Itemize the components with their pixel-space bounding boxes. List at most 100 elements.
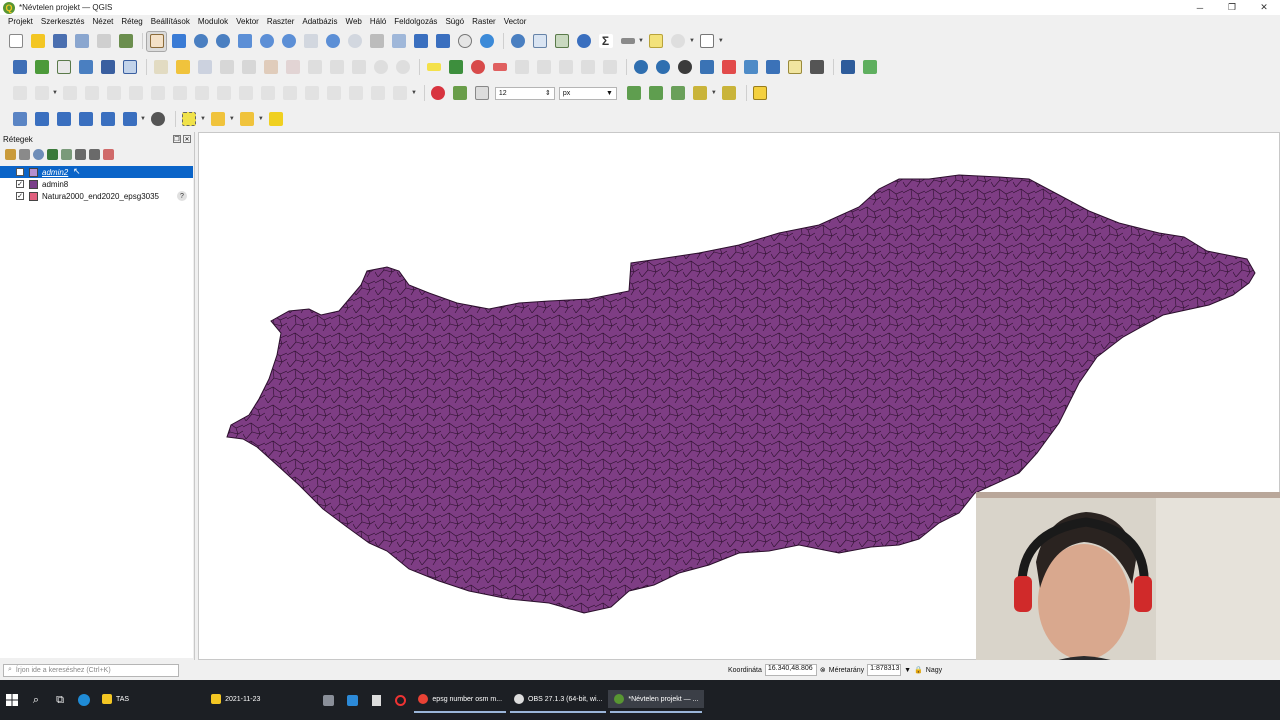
deselect-button[interactable] bbox=[98, 110, 117, 129]
save-project-button[interactable] bbox=[50, 32, 69, 51]
show-hide-label-button[interactable] bbox=[578, 58, 597, 77]
scale-dropdown-icon[interactable]: ▼ bbox=[904, 667, 911, 674]
menu-beallitasok[interactable]: Beállítások bbox=[147, 17, 194, 26]
menu-halo[interactable]: Háló bbox=[366, 17, 390, 26]
field-calculator-button[interactable] bbox=[552, 32, 571, 51]
coordinate-capture-button[interactable] bbox=[807, 58, 826, 77]
statistics-button[interactable]: Σ bbox=[596, 32, 615, 51]
menu-sugo[interactable]: Súgó bbox=[441, 17, 468, 26]
move-label-button[interactable] bbox=[512, 58, 531, 77]
rotate-point-button[interactable] bbox=[369, 84, 388, 103]
layer-row-natura2000[interactable]: ✓ Natura2000_end2020_epsg3035 ? bbox=[0, 190, 193, 202]
add-vector-layer-button[interactable] bbox=[54, 58, 73, 77]
delete-part-button[interactable] bbox=[215, 84, 234, 103]
select-features-button[interactable] bbox=[180, 110, 199, 129]
layer-row-admin2[interactable]: admin2 ↖ bbox=[0, 166, 193, 178]
zoom-layer-button[interactable] bbox=[279, 32, 298, 51]
opera-icon[interactable] bbox=[388, 680, 412, 720]
remove-layer-icon[interactable] bbox=[103, 148, 114, 160]
deselect-all-button[interactable] bbox=[238, 110, 257, 129]
paste-features-button[interactable] bbox=[349, 58, 368, 77]
filter-expression-icon[interactable] bbox=[61, 148, 72, 160]
merge-features-button[interactable] bbox=[325, 84, 344, 103]
menu-szerkesztes[interactable]: Szerkesztés bbox=[37, 17, 89, 26]
map-tips-button[interactable] bbox=[647, 32, 666, 51]
zoom-in-button[interactable] bbox=[191, 32, 210, 51]
data-source-manager-button[interactable] bbox=[10, 58, 29, 77]
eye-icon[interactable] bbox=[33, 148, 44, 160]
identify-features-button[interactable] bbox=[508, 32, 527, 51]
sketch-plugin-button[interactable] bbox=[751, 84, 770, 103]
dropdown-icon[interactable]: ▼ bbox=[411, 90, 417, 96]
menu-adatbazis[interactable]: Adatbázis bbox=[298, 17, 341, 26]
pan-to-selection-button[interactable] bbox=[169, 32, 188, 51]
locator-search-input[interactable]: ⌕ Írjon ide a kereséshez (Ctrl+K) bbox=[3, 663, 179, 677]
add-virtual-layer-button[interactable] bbox=[120, 58, 139, 77]
attribute-table-button[interactable] bbox=[530, 32, 549, 51]
taskbar-item-qgis[interactable]: *Névtelen projekt — ... bbox=[608, 690, 705, 713]
lock-icon[interactable]: 🔒 bbox=[914, 666, 923, 674]
close-panel-icon[interactable]: ✕ bbox=[183, 135, 191, 143]
reshape-button[interactable] bbox=[237, 84, 256, 103]
select-area-button[interactable] bbox=[120, 110, 139, 129]
split-parts-button[interactable] bbox=[303, 84, 322, 103]
topological-editing-button[interactable] bbox=[625, 84, 644, 103]
snap-vertex-button[interactable] bbox=[451, 84, 470, 103]
pin-label-button[interactable] bbox=[600, 58, 619, 77]
taskbar-item-tas[interactable]: TAS bbox=[96, 690, 135, 708]
task-view-icon[interactable]: ⧉ bbox=[48, 680, 72, 720]
temporal-controller-button[interactable] bbox=[455, 32, 474, 51]
spin-arrows-icon[interactable]: ⇕ bbox=[545, 89, 551, 97]
menu-vektor[interactable]: Vektor bbox=[232, 17, 263, 26]
open-project-button[interactable] bbox=[28, 32, 47, 51]
fill-ring-button[interactable] bbox=[171, 84, 190, 103]
edit-layer-button[interactable] bbox=[151, 58, 170, 77]
layer-visibility-checkbox[interactable]: ✓ bbox=[16, 192, 24, 200]
tracing-button[interactable] bbox=[691, 84, 710, 103]
add-polygon-button[interactable] bbox=[32, 84, 51, 103]
snap-mode-button[interactable] bbox=[473, 84, 492, 103]
db-manager-button[interactable] bbox=[763, 58, 782, 77]
undo-button[interactable] bbox=[371, 58, 390, 77]
menu-reteg[interactable]: Réteg bbox=[117, 17, 146, 26]
web-service-button[interactable] bbox=[653, 58, 672, 77]
measure-dropdown-icon[interactable]: ▼ bbox=[638, 38, 644, 44]
menu-feldolgozas[interactable]: Feldolgozás bbox=[390, 17, 441, 26]
menu-modulok[interactable]: Modulok bbox=[194, 17, 232, 26]
menu-raszter[interactable]: Raszter bbox=[263, 17, 299, 26]
georeferencer-button[interactable] bbox=[741, 58, 760, 77]
store-icon[interactable] bbox=[340, 680, 364, 720]
zoom-native-button[interactable] bbox=[301, 32, 320, 51]
label-abc-button[interactable] bbox=[490, 58, 509, 77]
plugin-manager-button[interactable] bbox=[719, 58, 738, 77]
edge-browser-icon[interactable] bbox=[72, 680, 96, 720]
toggle-editing-button[interactable] bbox=[173, 58, 192, 77]
search-taskbar-icon[interactable]: ⌕ bbox=[24, 680, 48, 720]
add-ring-button[interactable] bbox=[127, 84, 146, 103]
layer-diagram-button[interactable] bbox=[446, 58, 465, 77]
copy-features-button[interactable] bbox=[327, 58, 346, 77]
digitize-button[interactable] bbox=[76, 58, 95, 77]
text-annotation-button[interactable] bbox=[698, 32, 717, 51]
zoom-last-button[interactable] bbox=[323, 32, 342, 51]
snap-unit-select[interactable]: px ▼ bbox=[558, 86, 617, 100]
cut-features-button[interactable] bbox=[305, 58, 324, 77]
layer-visibility-checkbox[interactable]: ✓ bbox=[16, 180, 24, 188]
layer-visibility-checkbox[interactable] bbox=[16, 168, 24, 176]
measure-button[interactable] bbox=[618, 32, 637, 51]
taskbar-item-folder-date[interactable]: 2021-11-23 bbox=[205, 690, 266, 708]
expand-all-icon[interactable] bbox=[75, 148, 86, 160]
taskbar-item-obs[interactable]: OBS 27.1.3 (64-bit, wi... bbox=[508, 690, 608, 713]
filter-icon[interactable] bbox=[47, 148, 58, 160]
dropdown-icon[interactable]: ▼ bbox=[229, 116, 235, 122]
dropdown-icon[interactable]: ▼ bbox=[200, 116, 206, 122]
zoom-next-button[interactable] bbox=[345, 32, 364, 51]
rotate-label-button[interactable] bbox=[534, 58, 553, 77]
select-by-expression-button[interactable] bbox=[32, 110, 51, 129]
change-label-button[interactable] bbox=[556, 58, 575, 77]
split-features-button[interactable] bbox=[281, 84, 300, 103]
layer-style-icon[interactable] bbox=[5, 148, 16, 160]
delete-ring-button[interactable] bbox=[193, 84, 212, 103]
move-feature-button[interactable] bbox=[61, 84, 80, 103]
vertex-tool-button[interactable] bbox=[239, 58, 258, 77]
